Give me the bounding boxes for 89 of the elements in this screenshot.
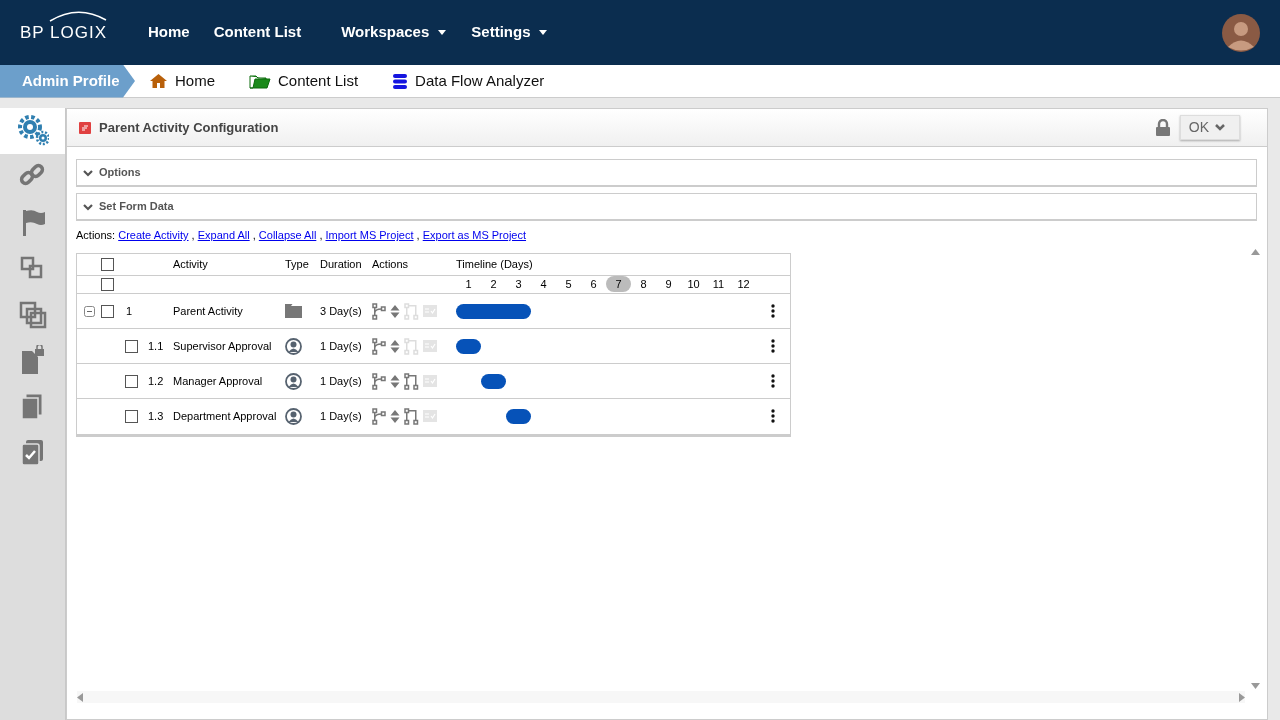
- chevron-down-icon: [83, 202, 93, 211]
- day-label: 9: [664, 276, 673, 292]
- section-header[interactable]: Options: [76, 159, 1257, 187]
- branch-icon[interactable]: [372, 302, 386, 320]
- sidebar-item[interactable]: [0, 108, 65, 154]
- activity-name: Supervisor Approval: [173, 338, 273, 354]
- folder-icon: [249, 73, 271, 89]
- user-icon: [285, 337, 302, 355]
- column-header: Actions: [372, 256, 410, 272]
- connector-icon[interactable]: [404, 372, 419, 390]
- form-icon: [79, 121, 91, 134]
- action-link[interactable]: Expand All: [197, 229, 250, 241]
- separator-text: ,: [415, 229, 421, 241]
- branch-icon[interactable]: [372, 407, 386, 425]
- action-link[interactable]: Import MS Project: [325, 229, 414, 241]
- branch-icon[interactable]: [372, 372, 386, 390]
- day-label: 5: [564, 276, 573, 292]
- chevron-down-icon: [83, 168, 93, 177]
- row-number: 1.3: [148, 408, 164, 424]
- ok-button[interactable]: OK: [1179, 115, 1240, 140]
- row-number: 1.2: [148, 373, 164, 389]
- breadcrumb-link[interactable]: Content List: [249, 69, 359, 93]
- column-header: Duration: [320, 256, 363, 272]
- day-label: 11: [711, 276, 726, 292]
- collapse-icon[interactable]: [84, 305, 95, 317]
- day-label: 10: [686, 276, 701, 292]
- day-label: 6: [589, 276, 598, 292]
- panel-title: Parent Activity Configuration: [99, 118, 279, 137]
- more-icon[interactable]: [771, 374, 775, 388]
- day-label: 4: [539, 276, 548, 292]
- column-header: Timeline (Days): [456, 256, 534, 272]
- action-link[interactable]: Collapse All: [258, 229, 317, 241]
- more-icon[interactable]: [771, 409, 775, 423]
- separator-text: ,: [251, 229, 257, 241]
- checkbox[interactable]: [101, 257, 114, 271]
- database-icon: [392, 73, 409, 89]
- row-number: 1: [126, 303, 133, 319]
- separator-text: ,: [190, 229, 196, 241]
- column-header: Type: [285, 256, 310, 272]
- column-header: Activity: [173, 256, 209, 272]
- scroll-left-icon[interactable]: [77, 692, 83, 702]
- connector-icon[interactable]: [404, 407, 419, 425]
- checkbox[interactable]: [125, 374, 138, 388]
- activity-name: Parent Activity: [173, 303, 244, 319]
- duration-text: 1 Day(s): [320, 338, 363, 354]
- sort-icon[interactable]: [390, 338, 400, 354]
- row-number: 1.1: [148, 338, 164, 354]
- activity-name: Department Approval: [173, 408, 278, 424]
- checkbox[interactable]: [125, 409, 138, 423]
- chevron-down-icon: [1215, 123, 1225, 132]
- user-icon: [285, 372, 302, 390]
- sort-icon[interactable]: [390, 408, 400, 424]
- checkbox[interactable]: [125, 339, 138, 353]
- day-label: 12: [736, 276, 751, 292]
- day-label: 2: [489, 276, 498, 292]
- scroll-right-icon[interactable]: [1239, 692, 1245, 702]
- checkbox[interactable]: [101, 304, 114, 318]
- action-link[interactable]: Export as MS Project: [422, 229, 527, 241]
- section-header[interactable]: Set Form Data: [76, 193, 1257, 221]
- day-label: 1: [464, 276, 473, 292]
- more-icon[interactable]: [771, 339, 775, 353]
- actions-label: Actions:: [76, 229, 116, 241]
- sort-icon[interactable]: [390, 373, 400, 389]
- checkbox[interactable]: [101, 277, 114, 291]
- duration-text: 3 Day(s): [320, 303, 363, 319]
- separator-text: ,: [318, 229, 324, 241]
- duration-text: 1 Day(s): [320, 408, 363, 424]
- folder-icon: [285, 304, 302, 318]
- scroll-up-icon[interactable]: [1250, 249, 1260, 255]
- avatar-icon[interactable]: [1222, 13, 1260, 52]
- activity-name: Manager Approval: [173, 373, 264, 389]
- scroll-down-icon[interactable]: [1250, 683, 1260, 689]
- breadcrumb-link[interactable]: Home: [149, 69, 215, 93]
- sort-icon[interactable]: [390, 303, 400, 319]
- breadcrumb-link[interactable]: Data Flow Analyzer: [392, 69, 545, 93]
- action-link[interactable]: Create Activity: [118, 229, 189, 241]
- duration-text: 1 Day(s): [320, 373, 363, 389]
- user-icon: [285, 407, 302, 425]
- nav-link[interactable]: Home: [148, 21, 190, 44]
- nav-link[interactable]: Content List: [213, 21, 302, 44]
- more-icon[interactable]: [771, 304, 775, 318]
- day-label: 3: [514, 276, 523, 292]
- branch-icon[interactable]: [372, 337, 386, 355]
- home-icon: [149, 73, 168, 89]
- day-label: 8: [639, 276, 648, 292]
- gears-icon: [16, 115, 49, 147]
- nav-link[interactable]: Workspaces: [341, 21, 448, 44]
- nav-link[interactable]: Settings: [471, 21, 549, 44]
- logo-text: BP LOGIX: [20, 21, 108, 44]
